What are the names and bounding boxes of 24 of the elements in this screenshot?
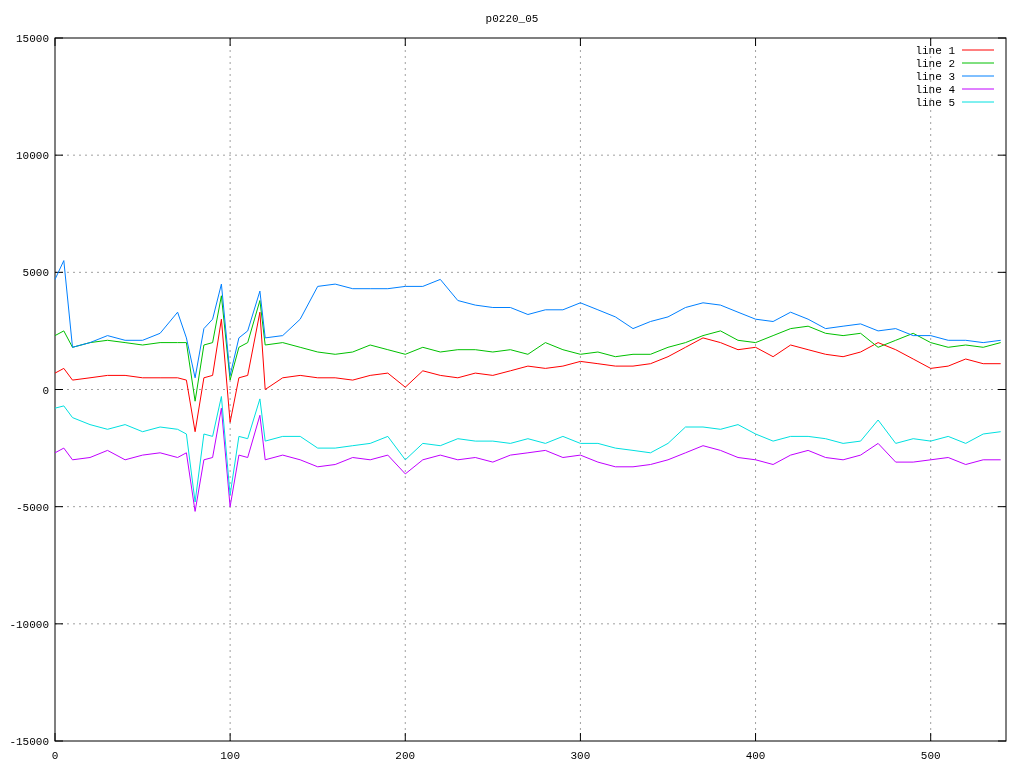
y-tick-label: -10000 <box>9 618 49 631</box>
x-tick-label: 400 <box>745 750 766 762</box>
legend-label: line 1 <box>915 45 955 57</box>
legend-line-sample <box>961 75 995 77</box>
x-tick-label: 500 <box>920 750 941 762</box>
x-tick-label: 200 <box>395 750 416 762</box>
legend-line-sample <box>961 101 995 103</box>
y-tick-label: -15000 <box>9 736 49 748</box>
y-tick-label: 5000 <box>22 267 49 280</box>
y-tick-label: 10000 <box>16 150 49 163</box>
y-tick-label: 15000 <box>16 33 49 45</box>
legend-line-sample <box>961 62 995 64</box>
chart-title: p0220_05 <box>485 13 539 25</box>
legend-label: line 2 <box>915 58 955 70</box>
x-tick-label: 0 <box>51 750 59 762</box>
x-tick-label: 300 <box>570 750 591 762</box>
y-tick-label: -5000 <box>16 501 49 514</box>
y-tick-label: 0 <box>42 384 49 397</box>
legend-label: line 3 <box>915 71 955 83</box>
x-tick-label: 100 <box>220 750 241 762</box>
legend-label: line 5 <box>915 97 955 109</box>
legend-label: line 4 <box>915 84 955 96</box>
legend-line-sample <box>961 88 995 90</box>
legend-line-sample <box>961 49 995 51</box>
